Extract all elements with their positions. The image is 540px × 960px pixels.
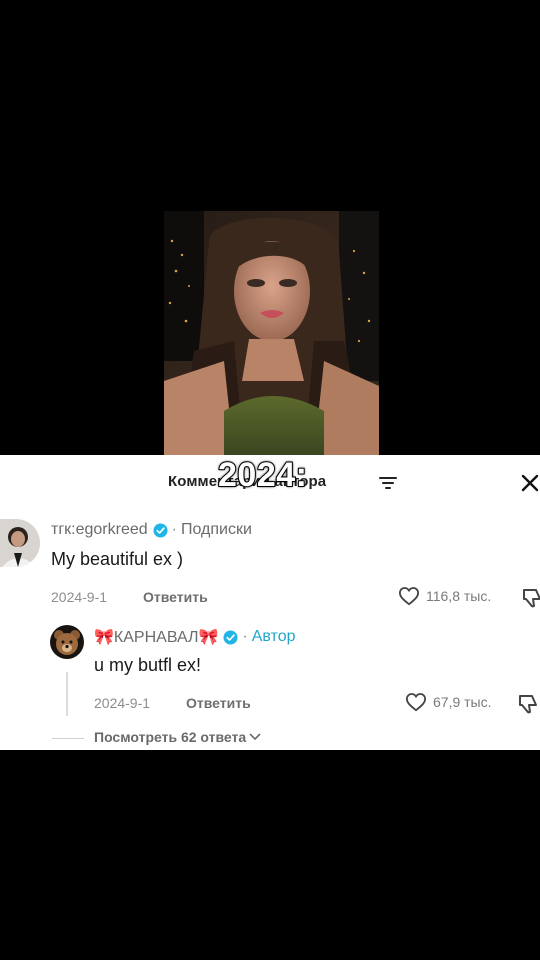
author-tag: Автор	[251, 628, 296, 645]
reply-username[interactable]: 🎀КАРНАВАЛ🎀	[94, 627, 218, 647]
bottom-black-area	[0, 750, 540, 960]
video-thumbnail[interactable]	[164, 211, 379, 455]
close-icon[interactable]	[520, 473, 540, 493]
avatar[interactable]	[50, 625, 84, 659]
bear-avatar-icon	[50, 625, 84, 659]
heart-icon	[398, 587, 420, 606]
comment-username[interactable]: тгк:egorkreed	[51, 521, 148, 539]
verified-badge-icon	[153, 522, 168, 538]
reply-button[interactable]: Ответить	[186, 695, 251, 711]
comment-tag: Подписки	[180, 521, 252, 538]
view-replies-button[interactable]: Посмотреть 62 ответа	[94, 729, 261, 745]
verified-badge-icon	[223, 629, 238, 645]
view-replies-label: Посмотреть 62 ответа	[94, 729, 247, 745]
like-button[interactable]: 67,9 тыс.	[405, 692, 492, 712]
reply-date: 2024-9-1	[94, 695, 151, 711]
divider	[52, 738, 84, 739]
chevron-down-icon	[249, 733, 261, 741]
thread-line	[66, 672, 68, 716]
top-black-area	[0, 0, 540, 210]
reply-text: u my butfl ex!	[94, 655, 202, 675]
like-button[interactable]: 116,8 тыс.	[398, 586, 491, 606]
comment-text: My beautiful ex )	[51, 549, 184, 569]
dislike-icon[interactable]	[518, 693, 540, 715]
filter-icon[interactable]	[379, 476, 397, 490]
reply-username-row: 🎀КАРНАВАЛ🎀 · Автор	[94, 627, 296, 647]
reply-button[interactable]: Ответить	[143, 589, 208, 605]
like-count: 116,8 тыс.	[426, 588, 492, 604]
separator-dot: ·	[171, 521, 177, 538]
heart-icon	[405, 693, 427, 712]
comment-username-row: тгк:egorkreed · Подписки	[51, 521, 252, 539]
dislike-icon[interactable]	[522, 587, 540, 609]
separator-dot: ·	[242, 628, 248, 645]
year-caption: 2024:	[217, 455, 308, 495]
video-image	[164, 211, 379, 455]
comment-date: 2024-9-1	[51, 589, 108, 605]
like-count: 67,9 тыс.	[433, 694, 492, 710]
